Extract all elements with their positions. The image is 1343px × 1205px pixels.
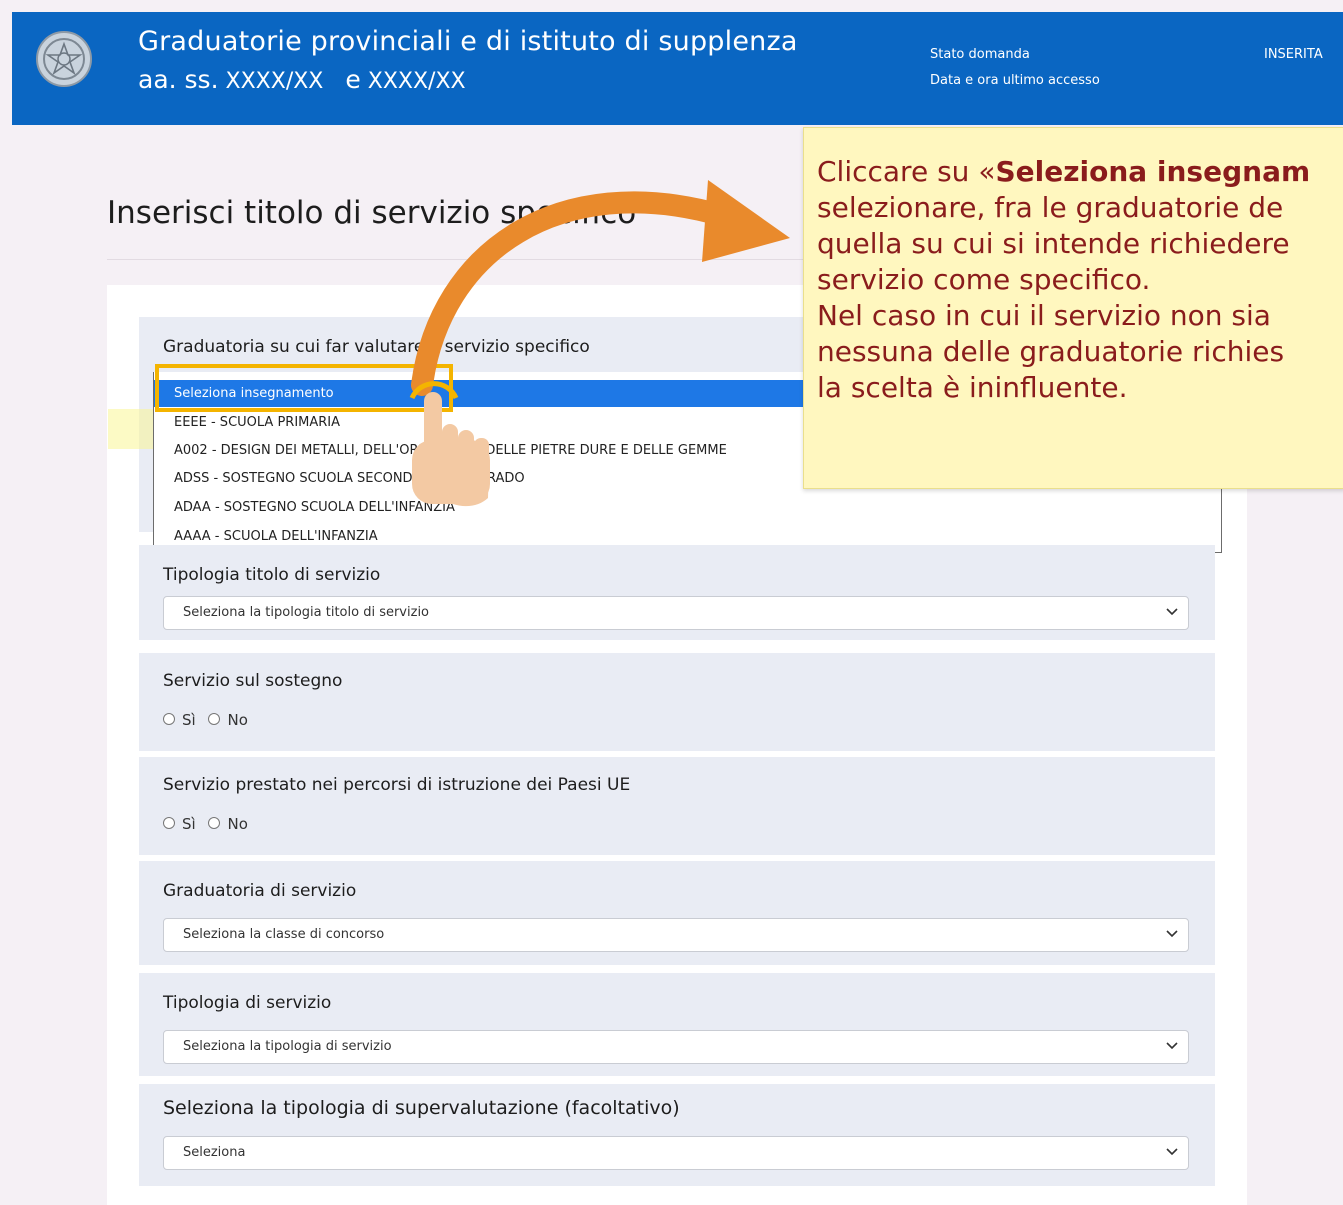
pointing-hand-icon: [409, 381, 490, 507]
curved-arrow-icon: [411, 180, 790, 396]
annotation-overlay: [409, 180, 790, 507]
